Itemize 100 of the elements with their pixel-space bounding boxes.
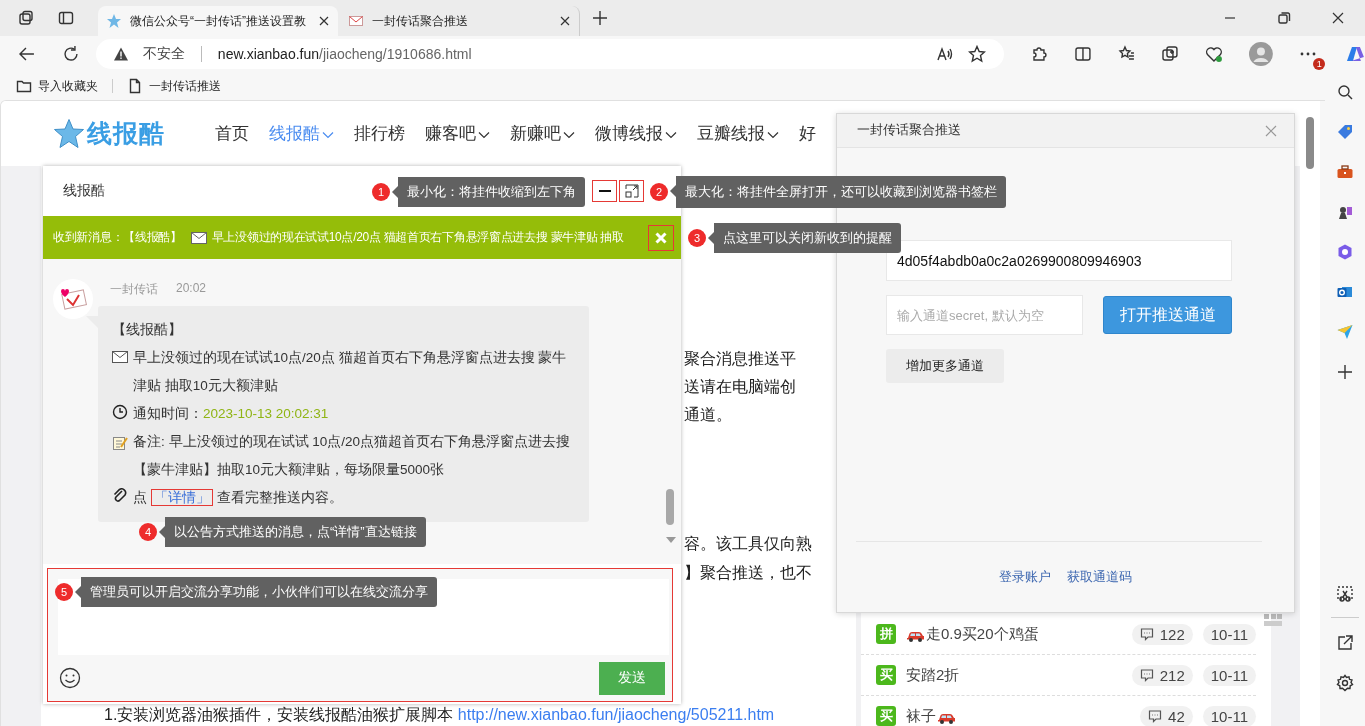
paperclip-icon	[112, 488, 128, 504]
maximize-button[interactable]	[620, 181, 643, 201]
link-text: 点	[133, 490, 147, 505]
warning-icon	[112, 46, 129, 62]
envelope-icon	[190, 231, 207, 244]
sender-name: 一封传话	[110, 281, 158, 298]
nav-link[interactable]: 微博线报	[595, 122, 677, 145]
chevron-down-icon	[478, 130, 490, 139]
security-label[interactable]: 不安全	[142, 45, 185, 63]
time-label: 通知时间：	[133, 406, 203, 421]
minimize-button[interactable]	[593, 181, 616, 201]
tab-actions-icon[interactable]	[58, 10, 74, 26]
nav-link[interactable]: 排行榜	[354, 122, 405, 145]
link[interactable]: 获取通道码	[1067, 568, 1132, 586]
hexagon-logo-icon[interactable]	[1336, 243, 1354, 261]
detail-link[interactable]: 「详情」	[152, 490, 212, 505]
open-external-icon[interactable]	[1336, 634, 1354, 652]
comment-count[interactable]: 122	[1131, 623, 1193, 645]
tooltip: 点这里可以关闭新收到的提醒	[708, 223, 901, 253]
search-icon[interactable]	[1336, 83, 1354, 101]
new-tab-icon[interactable]	[592, 10, 608, 26]
tooltip: 以公告方式推送的消息，点“详情”直达链接	[159, 517, 426, 547]
restore-icon[interactable]	[1277, 11, 1291, 25]
close-icon[interactable]	[559, 15, 571, 27]
banner-text: 早上没领过的现在试试10点/20点 猫超首页右下角悬浮窗点进去搜 蒙牛津贴 抽取	[211, 229, 624, 246]
article-text: 聚合消息推送平	[684, 349, 797, 369]
split-screen-icon[interactable]	[1073, 45, 1092, 63]
memo-icon	[112, 435, 128, 451]
refresh-icon[interactable]	[61, 45, 80, 63]
settings-icon[interactable]	[1336, 674, 1354, 692]
maximize-icon	[624, 184, 639, 198]
emoji-icon[interactable]	[59, 667, 81, 689]
nav-link[interactable]: 新赚吧	[510, 122, 575, 145]
favorites-icon[interactable]	[1117, 45, 1136, 63]
deal-title[interactable]: 走0.9买20个鸡蛋	[926, 624, 1039, 644]
browser-tab[interactable]: 微信公众号“一封传话”推送设置教	[98, 6, 338, 36]
deal-title[interactable]: 袜子	[906, 706, 936, 726]
add-channel-button[interactable]: 增加更多通道	[886, 349, 1004, 383]
article-text: 1.安装浏览器油猴插件，安装线报酷油猴扩展脚本 http://new.xianbao.fun/jiaocheng/505211.htm	[103, 705, 776, 725]
close-icon	[654, 230, 668, 245]
tab-title: 微信公众号“一封传话”推送设置教	[130, 12, 307, 30]
article-text: 送请在电脑端创	[684, 377, 797, 397]
bookmark-link[interactable]: 一封传话推送	[123, 75, 225, 97]
page-scrollbar[interactable]	[1300, 101, 1320, 726]
read-aloud-icon[interactable]	[935, 46, 954, 62]
nav-link[interactable]: 赚客吧	[425, 122, 490, 145]
close-button[interactable]	[649, 225, 673, 250]
screenshot-icon[interactable]	[1336, 585, 1354, 603]
deal-date: 10-11	[1202, 664, 1256, 686]
deal-tag: 买	[876, 706, 896, 726]
comment-count[interactable]: 42	[1140, 705, 1193, 726]
message-input[interactable]	[58, 579, 669, 655]
nav-link[interactable]: 好	[799, 122, 816, 145]
bookmark-link[interactable]: 导入收藏夹	[12, 75, 102, 97]
comment-icon	[1148, 709, 1163, 723]
url-text: new.xianbao.fun/jiaocheng/1910686.html	[217, 46, 472, 62]
page-icon	[127, 78, 143, 94]
toolbox-icon[interactable]	[1336, 163, 1354, 181]
chevron-down-icon	[767, 130, 779, 139]
link[interactable]: 登录账户	[999, 568, 1051, 586]
widget-title: 线报酷	[63, 182, 105, 200]
collections-icon[interactable]	[1161, 45, 1180, 63]
deal-title[interactable]: 安踏2折	[906, 665, 960, 685]
time-value: 2023-10-13 20:02:31	[203, 406, 329, 421]
envelope-icon	[112, 351, 128, 363]
dialog-title: 一封传话聚合推送	[857, 122, 961, 139]
deal-date: 10-11	[1202, 623, 1256, 645]
tab-title: 一封传话聚合推送	[372, 12, 469, 30]
star-favicon-icon	[106, 13, 122, 29]
workspaces-icon[interactable]	[18, 10, 34, 26]
clock-icon	[112, 404, 128, 420]
chevron-down-icon	[322, 130, 334, 139]
nav-link[interactable]: 首页	[215, 122, 249, 145]
back-icon[interactable]	[18, 45, 36, 63]
paper-plane-icon[interactable]	[1336, 323, 1354, 341]
avatar-icon[interactable]	[1249, 42, 1274, 66]
comment-icon	[1139, 627, 1154, 641]
secret-field[interactable]: 输入通道secret, 默认为空	[886, 295, 1083, 335]
article-text: 容。该工具仅向熟	[684, 534, 813, 554]
address-field[interactable]: 不安全 new.xianbao.fun/jiaocheng/1910686.html	[95, 39, 1004, 69]
link[interactable]: http://new.xianbao.fun/jiaocheng/505211.htm	[457, 706, 775, 723]
chevron-down-icon	[665, 130, 677, 139]
tooltip: 最小化：将挂件收缩到左下角	[392, 177, 585, 207]
tag-icon[interactable]	[1336, 123, 1354, 141]
notification-badge: 1	[1313, 58, 1326, 70]
article-text: 通道。	[684, 405, 733, 425]
message-text: 早上没领过的现在试试10点/20点 猫超首页右下角悬浮窗点进去搜 蒙牛津贴 抽取10元大额津贴	[133, 349, 568, 395]
nav-link[interactable]: 豆瓣线报	[697, 122, 779, 145]
folder-icon	[16, 78, 32, 94]
close-icon[interactable]	[1331, 11, 1345, 25]
scroll-down-icon[interactable]	[666, 537, 676, 543]
comment-count[interactable]: 212	[1131, 664, 1193, 686]
deal-tag: 买	[876, 665, 896, 685]
heart-pulse-icon[interactable]	[1205, 45, 1224, 63]
add-icon[interactable]	[1336, 363, 1354, 381]
close-icon[interactable]	[318, 15, 330, 27]
comment-icon	[1139, 668, 1154, 682]
deal-tag: 拼	[876, 624, 896, 644]
star-icon[interactable]	[967, 45, 986, 63]
star-logo-icon[interactable]	[53, 117, 85, 150]
